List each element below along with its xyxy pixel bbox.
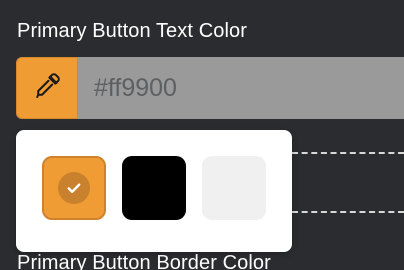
text-color-field	[16, 57, 404, 119]
swatch-black[interactable]	[122, 156, 186, 220]
divider	[292, 152, 404, 154]
check-icon	[58, 172, 90, 204]
text-color-label: Primary Button Text Color	[17, 20, 247, 42]
color-palette-popover	[16, 130, 292, 252]
swatch-orange[interactable]	[42, 156, 106, 220]
swatch-light-gray[interactable]	[202, 156, 266, 220]
border-color-label: Primary Button Border Color	[17, 252, 271, 270]
hex-color-input[interactable]	[78, 57, 404, 119]
eyedropper-icon	[32, 71, 62, 106]
divider	[292, 211, 404, 213]
color-picker-button[interactable]	[16, 57, 78, 119]
color-settings-panel: Primary Button Text Color Primary Button…	[0, 0, 404, 270]
